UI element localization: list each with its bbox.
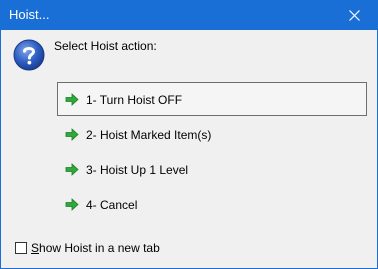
dialog-body: Select Hoist action: 1- Turn Hoist OFF 2… [1, 30, 377, 268]
hoist-dialog-window: Hoist... Select Hoist action: 1- Turn Ho… [0, 0, 378, 269]
prompt-text: Select Hoist action: [54, 39, 157, 53]
green-arrow-icon [65, 128, 79, 141]
title-bar[interactable]: Hoist... [1, 1, 377, 30]
window-title: Hoist... [9, 7, 50, 22]
option-hoist-marked-items-button[interactable]: 2- Hoist Marked Item(s) [57, 117, 367, 151]
show-hoist-new-tab-checkbox[interactable] [15, 242, 27, 254]
option-cancel-button[interactable]: 4- Cancel [57, 187, 367, 221]
checkbox-label[interactable]: Show Hoist in a new tab [31, 241, 160, 255]
option-label: 3- Hoist Up 1 Level [86, 163, 189, 177]
green-arrow-icon [65, 93, 79, 106]
option-turn-hoist-off-button[interactable]: 1- Turn Hoist OFF [57, 82, 367, 116]
option-label: 2- Hoist Marked Item(s) [86, 128, 212, 142]
option-label: 4- Cancel [86, 198, 138, 212]
checkbox-label-text: how Hoist in a new tab [39, 241, 160, 255]
option-label: 1- Turn Hoist OFF [86, 93, 183, 107]
green-arrow-icon [65, 163, 79, 176]
checkbox-mnemonic: S [31, 241, 40, 255]
question-icon [13, 39, 45, 71]
close-icon [349, 10, 360, 21]
option-hoist-up-one-level-button[interactable]: 3- Hoist Up 1 Level [57, 152, 367, 186]
green-arrow-icon [65, 198, 79, 211]
close-button[interactable] [333, 1, 377, 30]
